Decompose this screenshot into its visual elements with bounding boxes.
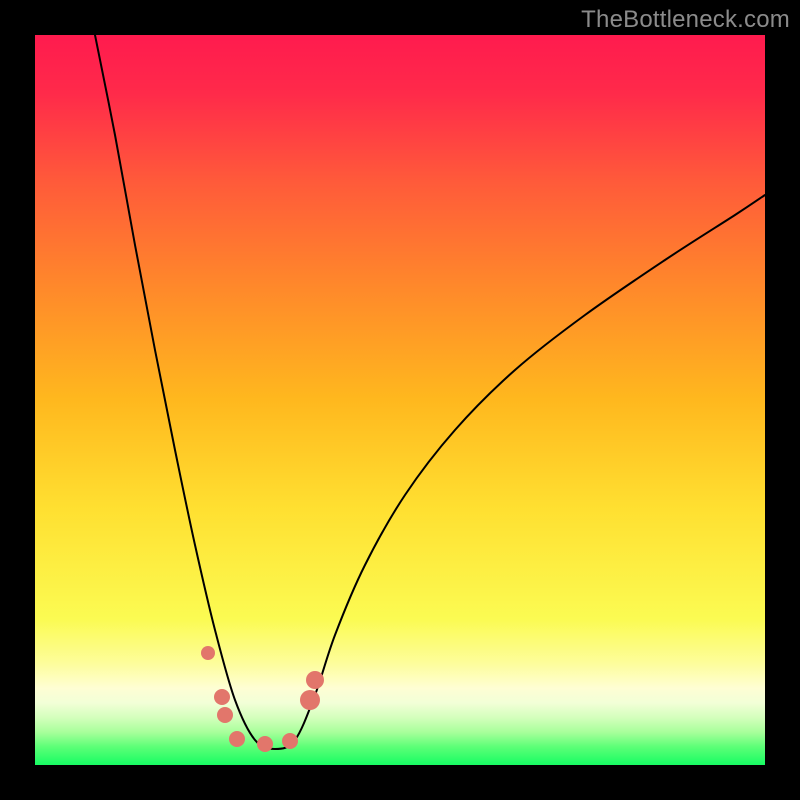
marker-layer bbox=[35, 35, 765, 765]
plot-area bbox=[35, 35, 765, 765]
attribution-text: TheBottleneck.com bbox=[581, 6, 790, 34]
data-marker bbox=[257, 736, 273, 752]
data-marker bbox=[300, 690, 320, 710]
data-marker bbox=[201, 646, 215, 660]
data-marker bbox=[217, 707, 233, 723]
data-marker bbox=[282, 733, 298, 749]
data-marker bbox=[214, 689, 230, 705]
data-marker bbox=[306, 671, 324, 689]
data-marker bbox=[229, 731, 245, 747]
chart-frame: TheBottleneck.com bbox=[0, 0, 800, 800]
